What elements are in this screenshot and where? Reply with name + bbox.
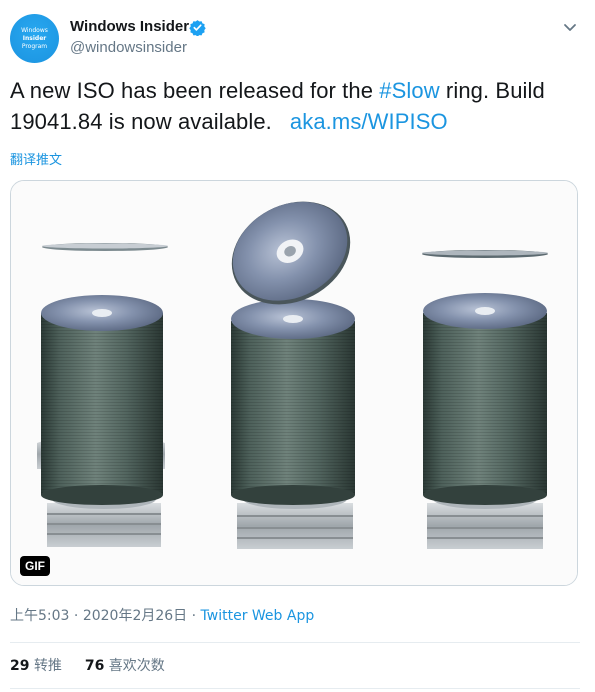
tweet-text-segment: 19041.84 is now available. bbox=[10, 109, 272, 134]
gif-badge: GIF bbox=[20, 556, 50, 576]
user-handle[interactable]: @windowsinsider bbox=[70, 38, 187, 58]
gif-media[interactable]: GIF bbox=[10, 180, 578, 586]
avatar-text-line: Program bbox=[21, 43, 48, 50]
tweet-text-segment: A new ISO has been released for the bbox=[10, 78, 380, 103]
display-name[interactable]: Windows Insider bbox=[70, 17, 189, 37]
avatar[interactable]: Windows Insider Program bbox=[10, 14, 59, 63]
tweet-timestamp: 上午5:03 · 2020年2月26日 · Twitter Web App bbox=[10, 607, 314, 626]
source-app-link[interactable]: Twitter Web App bbox=[201, 608, 315, 624]
likes-stat[interactable]: 76 喜欢次数 bbox=[85, 657, 165, 676]
divider bbox=[10, 642, 580, 643]
avatar-text-line: Windows bbox=[21, 27, 48, 34]
hashtag-link[interactable]: #Slow bbox=[379, 78, 439, 103]
likes-count: 76 bbox=[84, 658, 105, 674]
translate-tweet-link[interactable]: 翻译推文 bbox=[10, 152, 62, 170]
divider bbox=[10, 688, 580, 689]
avatar-text-line: Insider bbox=[22, 35, 47, 42]
tweet-stats: 29 转推 76 喜欢次数 bbox=[10, 657, 165, 676]
retweets-stat[interactable]: 29 转推 bbox=[10, 657, 62, 676]
retweets-label: 转推 bbox=[33, 658, 62, 674]
url-link[interactable]: aka.ms/WIPISO bbox=[290, 109, 448, 134]
time[interactable]: 上午5:03 bbox=[10, 608, 69, 624]
gif-frame-illustration bbox=[11, 181, 577, 585]
tweet-text-line: 19041.84 is now available. aka.ms/WIPISO bbox=[10, 106, 580, 137]
tweet-card: Windows Insider Program Windows Insider … bbox=[0, 0, 595, 692]
chevron-down-icon[interactable] bbox=[558, 15, 582, 39]
date[interactable]: 2020年2月26日 bbox=[83, 608, 187, 624]
retweets-count: 29 bbox=[10, 658, 30, 674]
meta-separator: · bbox=[191, 608, 197, 624]
meta-separator: · bbox=[73, 608, 79, 624]
tweet-text-line: A new ISO has been released for the #Slo… bbox=[10, 75, 580, 106]
tweet-text: A new ISO has been released for the #Slo… bbox=[10, 75, 580, 137]
likes-label: 喜欢次数 bbox=[108, 658, 165, 674]
verified-badge-icon bbox=[189, 20, 206, 36]
tweet-text-segment: ring. Build bbox=[439, 78, 545, 103]
